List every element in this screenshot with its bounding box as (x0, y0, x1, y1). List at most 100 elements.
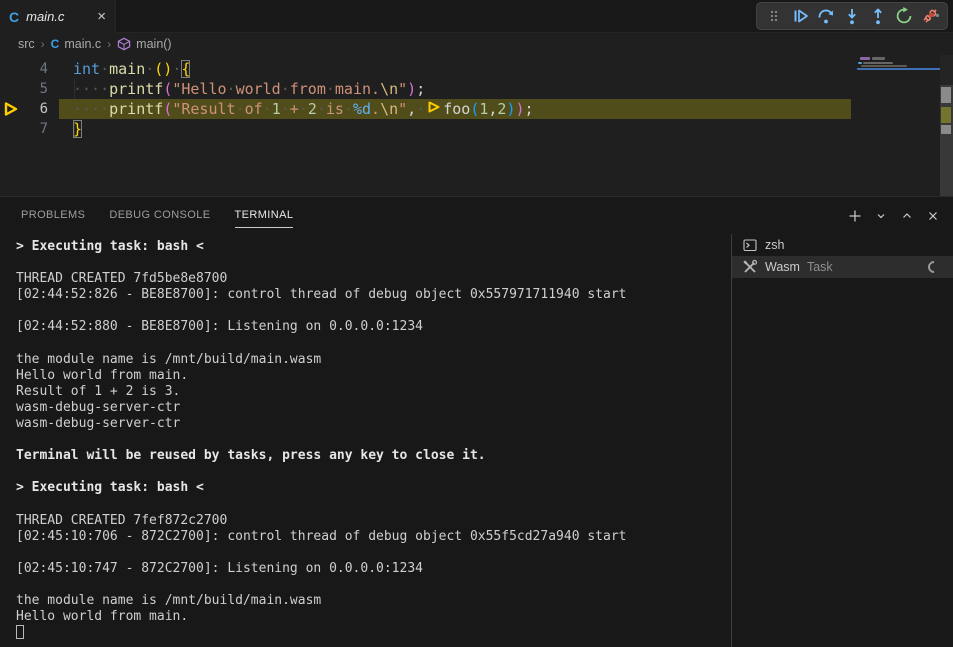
tab-main-c[interactable]: C main.c × (0, 0, 116, 33)
bottom-panel: PROBLEMS DEBUG CONSOLE TERMINAL (0, 196, 953, 647)
step-out-button[interactable] (866, 4, 890, 28)
breadcrumb-label: main.c (64, 37, 101, 51)
red-indicator-dot (929, 13, 934, 17)
breadcrumb-src[interactable]: src (18, 37, 35, 51)
terminal-line: THREAD CREATED 7fef872c2700 (0, 513, 731, 529)
terminal-line: wasm-debug-server-ctr (0, 400, 731, 416)
step-into-icon (842, 6, 862, 26)
close-icon (926, 209, 940, 223)
terminal-line: Terminal will be reused by tasks, press … (0, 448, 731, 464)
terminal-sidebar-divider (731, 234, 732, 647)
code-token: printf (109, 80, 163, 98)
continue-button[interactable] (788, 4, 812, 28)
editor-scrollbar[interactable] (940, 55, 953, 196)
step-over-button[interactable] (814, 4, 838, 28)
tools-icon (742, 259, 758, 275)
tab-debug-console[interactable]: DEBUG CONSOLE (109, 209, 210, 228)
terminal-line (0, 303, 731, 319)
minimap-line (872, 57, 885, 60)
code-token: ( (470, 100, 479, 118)
code-token: world (236, 80, 281, 98)
code-token: int (73, 60, 100, 78)
terminal-line (0, 577, 731, 593)
code-line[interactable]: 4int·main·()·{ (0, 59, 953, 79)
terminal-line: wasm-debug-server-ctr (0, 416, 731, 432)
step-into-button[interactable] (840, 4, 864, 28)
code-token: · (236, 100, 245, 118)
code-token: · (263, 100, 272, 118)
code-token: · (145, 60, 154, 78)
code-line-content[interactable]: ····printf("Result·of·1·+·2·is·%d.\n",·f… (48, 99, 534, 119)
symbol-method-icon (117, 37, 131, 51)
restart-icon (894, 6, 914, 26)
terminal-line: Hello world from main. (0, 609, 731, 625)
tab-label: main.c (26, 9, 64, 24)
terminal-tab-wasm-task[interactable]: Wasm Task (732, 256, 953, 278)
code-line-content[interactable]: ····printf("Hello·world·from·main.\n"); (48, 79, 425, 99)
gripper-icon (766, 8, 782, 24)
code-line[interactable]: 5····printf("Hello·world·from·main.\n"); (0, 79, 953, 99)
code-token: + (290, 100, 299, 118)
code-token: ) (407, 80, 416, 98)
minimap-line (860, 57, 870, 60)
chevron-right-icon: › (41, 37, 45, 51)
tab-terminal[interactable]: TERMINAL (235, 209, 294, 228)
terminal-line: [02:44:52:826 - BE8E8700]: control threa… (0, 287, 731, 303)
breakpoint-margin[interactable] (0, 99, 28, 119)
code-token: ; (416, 80, 425, 98)
restart-button[interactable] (892, 4, 916, 28)
code-token: ( (163, 80, 172, 98)
close-panel-button[interactable] (923, 206, 943, 226)
code-token: ( (163, 100, 172, 118)
code-token: () (154, 60, 172, 78)
step-over-icon (816, 6, 836, 26)
drag-handle[interactable] (762, 4, 786, 28)
code-editor[interactable]: 4int·main·()·{5····printf("Hello·world·f… (0, 55, 953, 196)
terminal-line: > Executing task: bash < (0, 480, 731, 496)
debug-hint-icon (427, 100, 441, 114)
terminal-line: the module name is /mnt/build/main.wasm (0, 593, 731, 609)
terminal-line: Hello world from main. (0, 368, 731, 384)
terminal-line (0, 545, 731, 561)
terminal-output[interactable]: > Executing task: bash < THREAD CREATED … (0, 239, 731, 647)
step-out-icon (868, 6, 888, 26)
code-token: · (281, 100, 290, 118)
breadcrumb-main-c[interactable]: C main.c (51, 37, 102, 51)
code-token: · (227, 80, 236, 98)
maximize-panel-button[interactable] (897, 206, 917, 226)
new-terminal-button[interactable] (845, 206, 865, 226)
editor-tab-bar: C main.c × (0, 0, 953, 33)
minimap-line (858, 62, 862, 64)
code-token: " (398, 100, 407, 118)
terminal-tab-zsh[interactable]: zsh (732, 234, 953, 256)
terminal-dropdown-button[interactable] (871, 206, 891, 226)
terminal-icon (742, 237, 758, 253)
code-line-content[interactable]: } (48, 119, 82, 139)
code-token: of (245, 100, 263, 118)
breakpoint-margin[interactable] (0, 59, 28, 79)
tab-problems[interactable]: PROBLEMS (21, 209, 85, 228)
close-icon[interactable]: × (97, 9, 106, 24)
code-token: \n (380, 100, 398, 118)
code-line[interactable]: 7} (0, 119, 953, 139)
line-number: 4 (28, 59, 48, 79)
breakpoint-margin[interactable] (0, 119, 28, 139)
plus-icon (847, 208, 863, 224)
code-line-content[interactable]: int·main·()·{ (48, 59, 190, 79)
terminal-line (0, 625, 731, 641)
terminal-line (0, 255, 731, 271)
breakpoint-margin[interactable] (0, 79, 28, 99)
code-token: · (416, 100, 425, 118)
code-token: ) (515, 100, 524, 118)
code-token: ···· (73, 100, 109, 118)
code-token: printf (109, 100, 163, 118)
panel-tab-bar: PROBLEMS DEBUG CONSOLE TERMINAL (0, 197, 953, 228)
breadcrumb-main-fn[interactable]: main() (117, 37, 171, 51)
vscode-window: C main.c × (0, 0, 953, 647)
minimap[interactable] (857, 55, 940, 195)
minimap-line (863, 62, 893, 64)
overview-current-line-mark (941, 107, 951, 123)
code-token: , (407, 100, 416, 118)
code-line[interactable]: 6····printf("Result·of·1·+·2·is·%d.\n",·… (0, 99, 953, 119)
overview-mark (941, 87, 951, 103)
